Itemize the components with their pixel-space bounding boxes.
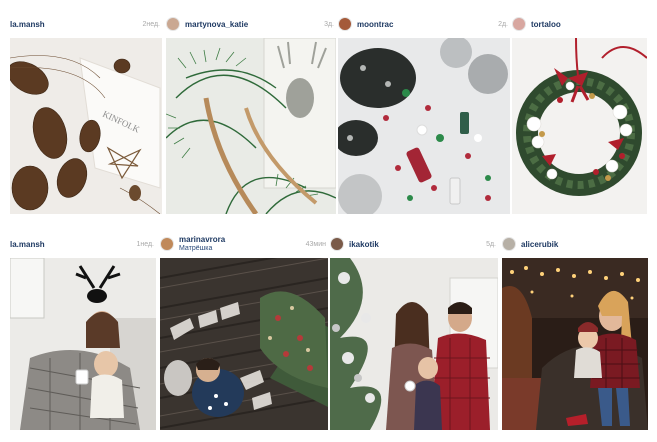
post-card[interactable]: la.mansh 2нед. KINFOLK: [10, 14, 162, 214]
avatar[interactable]: [512, 17, 526, 31]
post-time: 5д.: [486, 240, 496, 248]
post-photo[interactable]: [338, 38, 510, 214]
avatar[interactable]: [160, 237, 174, 251]
mother-child-image: [10, 258, 156, 430]
post-header: marinavrora Матрёшка 43мин: [160, 234, 328, 254]
post-card[interactable]: alicerubik: [502, 234, 648, 430]
username-link[interactable]: tortaloo: [531, 20, 561, 29]
wreath-deer-image: [166, 38, 336, 214]
post-header: moontrac 2д.: [338, 14, 510, 34]
post-header: ikakotik 5д.: [330, 234, 498, 254]
post-time: 3д.: [324, 20, 334, 28]
baby-floor-image: [160, 258, 328, 430]
post-time: 43мин: [305, 240, 326, 248]
post-card[interactable]: ikakotik 5д.: [330, 234, 498, 430]
post-time: 2нед.: [142, 20, 160, 28]
post-card[interactable]: la.mansh 1нед.: [10, 234, 156, 430]
username-link[interactable]: la.mansh: [10, 20, 45, 29]
pinecones-image: KINFOLK: [10, 38, 162, 214]
ornaments-image: [338, 38, 510, 214]
post-card[interactable]: martynova_katie 3д.: [166, 14, 336, 214]
username-link[interactable]: moontrac: [357, 20, 393, 29]
post-photo[interactable]: [512, 38, 647, 214]
post-photo[interactable]: [166, 38, 336, 214]
avatar[interactable]: [330, 237, 344, 251]
post-header: tortaloo: [512, 14, 647, 34]
username-link[interactable]: martynova_katie: [185, 20, 248, 29]
post-photo[interactable]: [10, 258, 156, 430]
username-link[interactable]: ikakotik: [349, 240, 379, 249]
avatar[interactable]: [502, 237, 516, 251]
post-photo[interactable]: [330, 258, 498, 430]
post-time: 2д.: [498, 20, 508, 28]
post-header: alicerubik: [502, 234, 648, 254]
post-header: martynova_katie 3д.: [166, 14, 336, 34]
avatar[interactable]: [166, 17, 180, 31]
post-card[interactable]: tortaloo: [512, 14, 647, 214]
family-tree-image: [330, 258, 498, 430]
post-photo[interactable]: [160, 258, 328, 430]
post-header: la.mansh 2нед.: [10, 14, 162, 34]
post-card[interactable]: moontrac 2д.: [338, 14, 510, 214]
post-header: la.mansh 1нед.: [10, 234, 156, 254]
username-link[interactable]: la.mansh: [10, 240, 45, 249]
fairy-lights-image: [502, 258, 648, 430]
post-photo[interactable]: [502, 258, 648, 430]
post-time: 1нед.: [136, 240, 154, 248]
avatar[interactable]: [338, 17, 352, 31]
post-photo[interactable]: KINFOLK: [10, 38, 162, 214]
username-link[interactable]: alicerubik: [521, 240, 558, 249]
username-link[interactable]: marinavrora: [179, 235, 225, 244]
post-card[interactable]: marinavrora Матрёшка 43мин: [160, 234, 328, 430]
wreath-image: [512, 38, 647, 214]
location-label[interactable]: Матрёшка: [179, 244, 225, 253]
